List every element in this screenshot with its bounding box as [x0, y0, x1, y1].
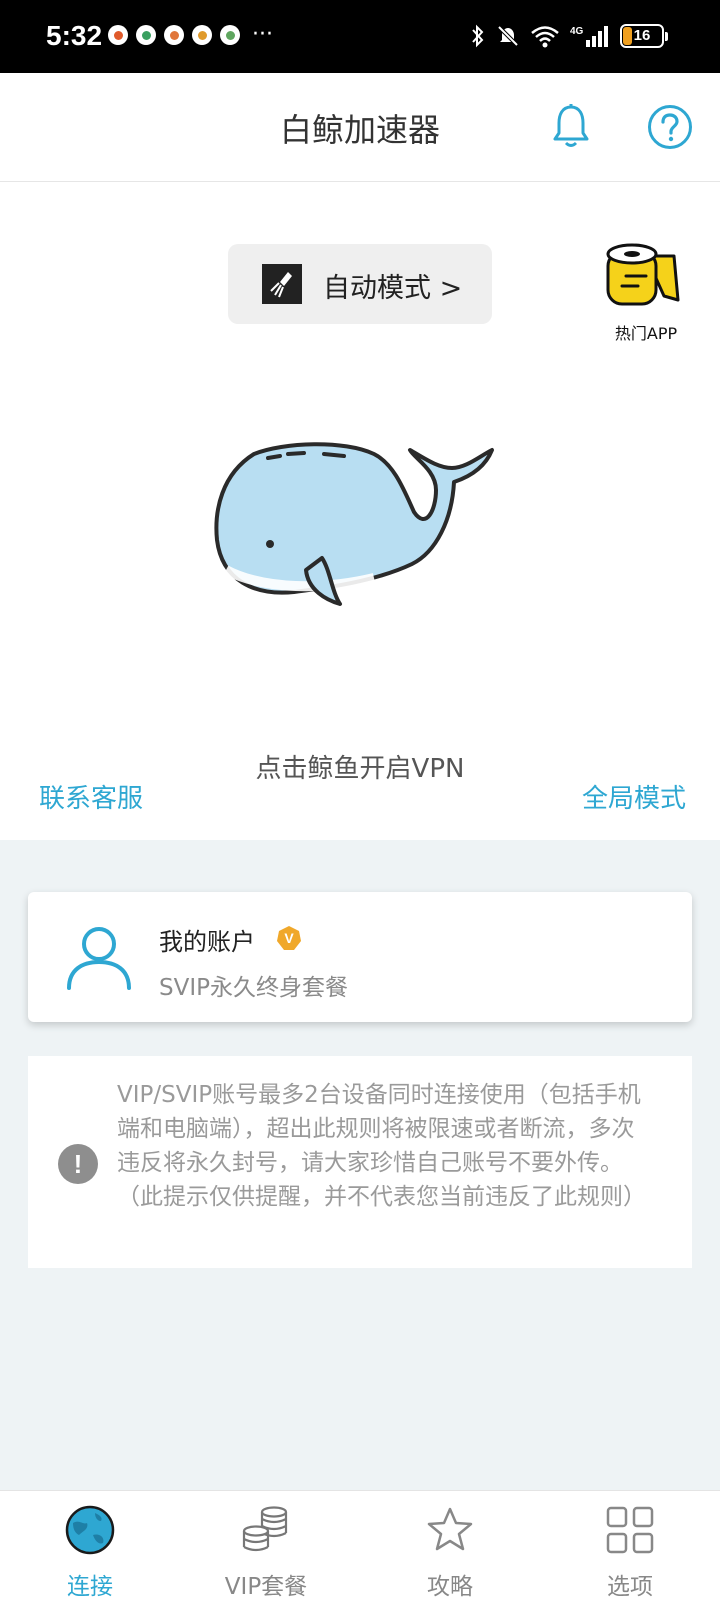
hot-app-icon	[606, 243, 680, 306]
whale-connect-button[interactable]	[214, 440, 510, 620]
notification-icon	[192, 25, 212, 45]
status-bar: 5:32 ··· 4G 16	[0, 0, 720, 73]
tab-label: 连接	[67, 1574, 113, 1600]
account-plan: SVIP永久终身套餐	[159, 975, 348, 1001]
svg-text:4G: 4G	[570, 26, 584, 37]
contact-support-link[interactable]: 联系客服	[39, 778, 143, 815]
vip-badge-icon: V	[277, 926, 301, 950]
tab-guides[interactable]: 攻略	[360, 1491, 540, 1603]
mode-selector-button[interactable]: 自动模式 >	[228, 244, 492, 324]
notification-icon	[136, 25, 156, 45]
bell-icon[interactable]	[551, 103, 591, 149]
connect-panel: 自动模式 > 热门APP 点击鲸鱼开启VPN 联系客服 全局模式	[0, 182, 720, 840]
hot-app-button[interactable]: 热门APP	[606, 242, 686, 343]
account-card[interactable]: 我的账户 V SVIP永久终身套餐	[28, 892, 692, 1022]
notification-icon	[164, 25, 184, 45]
tab-label: VIP套餐	[224, 1574, 308, 1600]
svg-text:V: V	[284, 930, 294, 946]
tab-label: 攻略	[427, 1574, 473, 1600]
tab-vip-plans[interactable]: VIP套餐	[176, 1491, 356, 1603]
battery-indicator: 16	[620, 24, 668, 48]
squid-icon	[262, 264, 302, 304]
star-icon	[427, 1507, 473, 1551]
warning-icon: !	[58, 1144, 98, 1184]
user-avatar-icon	[67, 927, 131, 990]
bottom-tab-bar: 连接 VIP套餐 攻略 选项	[0, 1490, 720, 1603]
tab-connect[interactable]: 连接	[0, 1491, 180, 1603]
notification-icons: ···	[108, 22, 273, 47]
notification-icon	[108, 25, 128, 45]
global-mode-link[interactable]: 全局模式	[582, 778, 686, 815]
notification-icon	[220, 25, 240, 45]
status-time: 5:32	[46, 20, 103, 51]
hot-app-label: 热门APP	[614, 324, 678, 343]
app-header: 白鲸加速器	[0, 73, 720, 182]
coins-icon	[242, 1506, 288, 1552]
tab-options[interactable]: 选项	[540, 1491, 720, 1603]
mode-label: 自动模式 >	[323, 273, 463, 304]
tab-label: 选项	[607, 1574, 653, 1600]
account-title: 我的账户	[159, 928, 255, 956]
signal-icon: 4G	[570, 26, 608, 47]
app-title: 白鲸加速器	[279, 111, 440, 149]
grid-icon	[606, 1506, 654, 1554]
globe-icon	[65, 1505, 115, 1555]
status-right: 4G 16	[470, 24, 668, 48]
bluetooth-icon	[472, 24, 484, 48]
wifi-icon	[531, 26, 559, 48]
help-icon[interactable]	[647, 104, 693, 150]
more-notifications-icon: ···	[252, 22, 273, 47]
mute-icon	[497, 25, 519, 47]
notice-text: VIP/SVIP账号最多2台设备同时连接使用（包括手机端和电脑端），超出此规则将…	[117, 1082, 646, 1210]
usage-notice: ! VIP/SVIP账号最多2台设备同时连接使用（包括手机端和电脑端），超出此规…	[28, 1056, 692, 1268]
